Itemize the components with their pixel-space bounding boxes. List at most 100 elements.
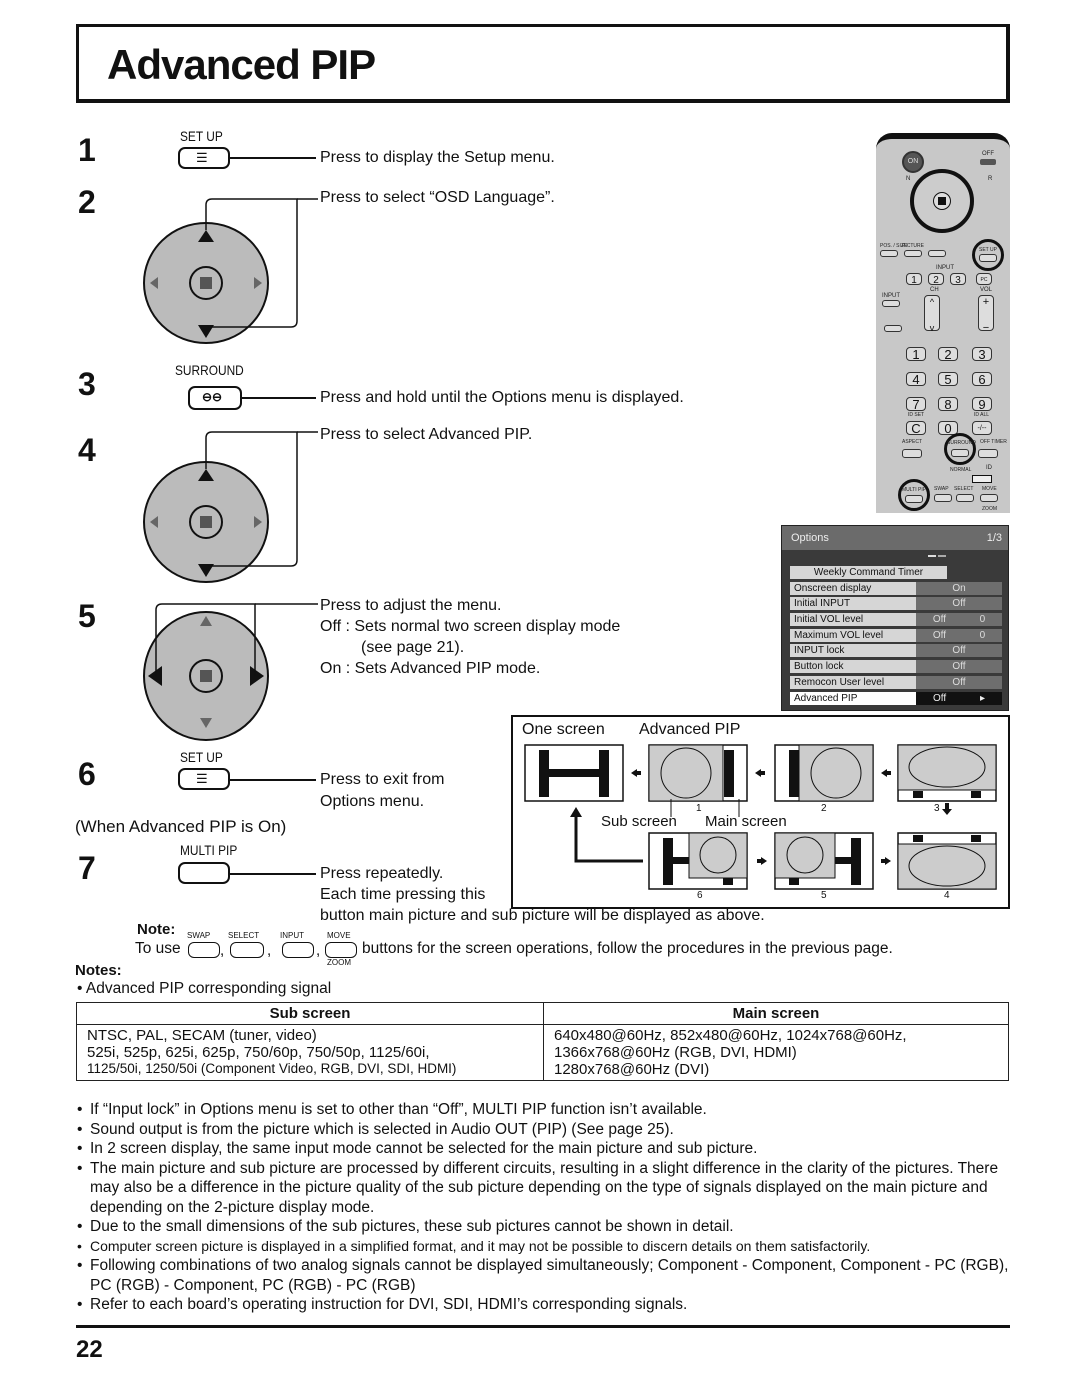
title-box: Advanced PIP: [76, 24, 1010, 103]
remote-ch-rocker[interactable]: ^ v: [924, 295, 940, 333]
remote-key-c[interactable]: C: [906, 421, 926, 435]
dpad-up-down[interactable]: [140, 185, 320, 345]
pip-mode-1-thumb: [648, 744, 748, 802]
step-6-text-2: Options menu.: [320, 793, 425, 810]
remote-surround-button[interactable]: [951, 449, 969, 457]
step-4-number: 4: [78, 432, 96, 468]
remote-pc-button[interactable]: PC: [976, 273, 992, 285]
remote-move-label: MOVE: [982, 486, 997, 492]
dpad-up-down[interactable]: [140, 424, 320, 584]
remote-aspect-button[interactable]: [902, 449, 922, 458]
remote-input-1[interactable]: 1: [906, 273, 922, 286]
remote-ch-label: CH: [930, 287, 939, 293]
swap-label: SWAP: [187, 931, 211, 940]
remote-off-timer-label: OFF TIMER: [980, 439, 1007, 445]
remote-move-button[interactable]: [980, 494, 998, 502]
pip-mode-3-thumb: [897, 744, 997, 802]
options-row-button-lock[interactable]: Button lock Off: [790, 660, 1002, 673]
move-button[interactable]: [325, 942, 357, 958]
dpad-left-right[interactable]: [140, 596, 320, 746]
remote-on-button[interactable]: ON: [902, 151, 924, 173]
setup-button[interactable]: ☰: [178, 147, 230, 169]
remote-sound-button[interactable]: [928, 250, 946, 257]
pip-mode-5-number: 5: [821, 890, 827, 901]
options-row-initial-vol-level[interactable]: Initial VOL level Off 0: [790, 613, 1002, 626]
step-7-number: 7: [78, 850, 96, 886]
remote-off-label: OFF: [982, 151, 994, 157]
signal-table: Sub screen Main screen NTSC, PAL, SECAM …: [76, 1002, 1009, 1081]
note-suffix: buttons for the screen operations, follo…: [362, 940, 893, 957]
pip-mode-6-number: 6: [697, 890, 703, 901]
surround-button[interactable]: ⊖⊖: [188, 386, 242, 410]
remote-vol-rocker[interactable]: + −: [978, 295, 994, 334]
remote-input-2[interactable]: 2: [928, 273, 944, 286]
remote-key-1[interactable]: 1: [906, 347, 926, 361]
leader-line: [230, 157, 316, 159]
menu-list-icon: ☰: [196, 771, 208, 786]
surround-icon: ⊖⊖: [202, 390, 223, 404]
menu-list-icon: ☰: [196, 150, 208, 165]
remote-multi-pip-highlight: MULTI PIP: [898, 479, 930, 511]
step-6-text: Press to exit from: [320, 771, 445, 788]
remote-setup-highlight: SET UP: [972, 239, 1004, 271]
remote-multi-pip-button[interactable]: [905, 495, 923, 503]
swap-button[interactable]: [188, 942, 220, 958]
note-heading: Note:: [137, 921, 176, 938]
main-screen-header: Main screen: [543, 1002, 1009, 1025]
remote-key-5[interactable]: 5: [938, 372, 958, 386]
table-row: NTSC, PAL, SECAM (tuner, video) 525i, 52…: [76, 1024, 1009, 1081]
remote-setup-button[interactable]: [979, 254, 997, 262]
pip-mode-diagram: One screen Advanced PIP 1 2 3 4 5 6 Sub …: [511, 715, 1010, 909]
options-row-input-lock[interactable]: INPUT lock Off: [790, 644, 1002, 657]
options-row-advanced-pip[interactable]: Advanced PIP Off ▸: [790, 692, 1002, 705]
remote-key-4[interactable]: 4: [906, 372, 926, 386]
step-6-number: 6: [78, 756, 96, 792]
remote-input-button[interactable]: [882, 300, 900, 307]
note-item: Due to the small dimensions of the sub p…: [75, 1217, 1015, 1237]
options-row-onscreen-display[interactable]: Onscreen display On: [790, 582, 1002, 595]
remote-input-3[interactable]: 3: [950, 273, 966, 286]
surround-button-label: SURROUND: [175, 362, 244, 378]
left-arrow-icon: [881, 857, 891, 865]
remote-key-6[interactable]: 6: [972, 372, 992, 386]
step-5-off: Off : Sets normal two screen display mod…: [320, 618, 621, 635]
options-menu: Options 1/3 Weekly Command Timer Onscree…: [781, 525, 1009, 711]
step-2-number: 2: [78, 184, 96, 220]
note-item: Computer screen picture is displayed in …: [75, 1237, 1015, 1257]
weekly-command-timer-item[interactable]: Weekly Command Timer: [790, 566, 947, 579]
main-screen-line: 1366x768@60Hz (RGB, DVI, HDMI): [554, 1044, 797, 1061]
remote-dpad-highlight[interactable]: [910, 169, 974, 233]
options-row-maximum-vol-level[interactable]: Maximum VOL level Off 0: [790, 629, 1002, 642]
setup-button[interactable]: ☰: [178, 768, 230, 790]
note-item: If “Input lock” in Options menu is set t…: [75, 1100, 1015, 1120]
remote-input-label: INPUT: [882, 293, 900, 299]
select-button[interactable]: [230, 942, 264, 958]
options-row-initial-input[interactable]: Initial INPUT Off: [790, 597, 1002, 610]
remote-vol-label: VOL: [980, 287, 993, 293]
remote-mute-button[interactable]: [884, 325, 902, 332]
remote-off-button[interactable]: [980, 159, 996, 165]
options-row-remocon-user-level[interactable]: Remocon User level Off: [790, 676, 1002, 689]
remote-key-3[interactable]: 3: [972, 347, 992, 361]
remote-swap-button[interactable]: [934, 494, 952, 502]
select-label: SELECT: [228, 931, 260, 940]
pip-mode-5-thumb: [774, 832, 874, 890]
remote-key-2[interactable]: 2: [938, 347, 958, 361]
main-screen-label: Main screen: [705, 813, 787, 830]
main-screen-line: 1280x768@60Hz (DVI): [554, 1061, 710, 1078]
multi-pip-button[interactable]: [178, 862, 230, 884]
remote-key-8[interactable]: 8: [938, 397, 958, 411]
footer-rule: [76, 1325, 1010, 1328]
remote-pos-size-button[interactable]: [880, 250, 898, 257]
remote-select-button[interactable]: [956, 494, 974, 502]
remote-key-dash[interactable]: -/--: [972, 421, 992, 435]
input-button[interactable]: [282, 942, 314, 958]
remote-picture-button[interactable]: [904, 250, 922, 257]
remote-key-7[interactable]: 7: [906, 397, 926, 411]
remote-key-9[interactable]: 9: [972, 397, 992, 411]
note-item: Refer to each board’s operating instruct…: [75, 1295, 1015, 1315]
remote-id-switch[interactable]: [972, 475, 992, 483]
step-3-number: 3: [78, 366, 96, 402]
remote-off-timer-button[interactable]: [978, 449, 998, 458]
zoom-label: ZOOM: [327, 958, 351, 967]
